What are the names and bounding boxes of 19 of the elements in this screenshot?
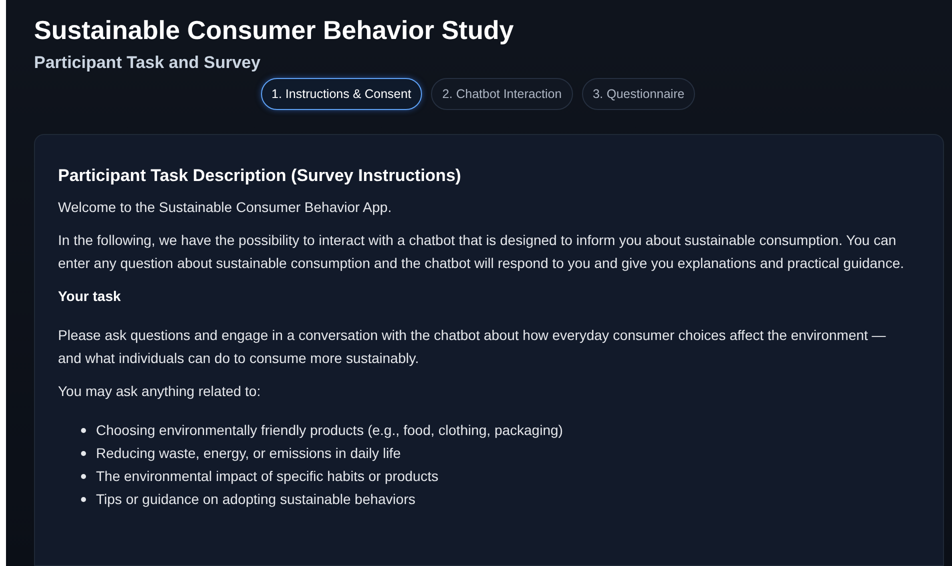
bullet-icon (81, 451, 86, 456)
bullet-icon (81, 474, 86, 479)
step-tab[interactable]: 3. Questionnaire (582, 78, 696, 110)
bullet-icon (81, 428, 86, 433)
step-tab[interactable]: 2. Chatbot Interaction (431, 78, 573, 110)
page-title: Sustainable Consumer Behavior Study (34, 14, 515, 46)
list-item: Tips or guidance on adopting sustainable behaviors (96, 490, 416, 509)
paragraph: Please ask questions and engage in a conversation with the chatbot about how everyday consumer choices affect the environment — and what individuals can do to consume more sustainably. (58, 326, 887, 368)
card-heading: Participant Task Description (Survey Instructions) (58, 165, 462, 187)
list-item: Reducing waste, energy, or emissions in daily life (96, 444, 401, 463)
page-subtitle: Participant Task and Survey (34, 52, 262, 74)
bullet-icon (81, 497, 86, 502)
list-item: Choosing environmentally friendly products (e.g., food, clothing, packaging) (96, 421, 563, 440)
paragraph: In the following, we have the possibility to interact with a chatbot that is designed to inform you about sustainable consumption. You can enter any question about sustainable consumption and the chatbot will respond to you and give you explanations and practical guidance. (58, 231, 906, 273)
paragraph: Welcome to the Sustainable Consumer Behavior App. (58, 198, 393, 217)
paragraph: You may ask anything related to: (58, 382, 262, 401)
section-subheading: Your task (58, 287, 122, 306)
step-tab[interactable]: 1. Instructions & Consent (260, 78, 422, 110)
list-item: The environmental impact of specific habits or products (96, 467, 438, 486)
